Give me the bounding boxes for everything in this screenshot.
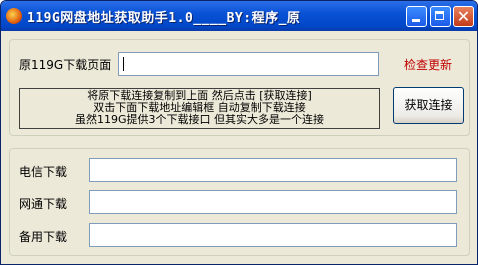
instruction-line: 虽然119G提供3个下载接口 但其实大多是一个连接: [74, 113, 324, 126]
close-icon: ✕: [456, 7, 471, 26]
netcom-download-label: 网通下载: [19, 197, 68, 211]
telecom-download-label: 电信下载: [19, 165, 68, 179]
source-url-field-frame[interactable]: [118, 52, 379, 76]
instructions-box: 将原下载连接复制到上面 然后点击 [获取连接] 双击下面下载地址编辑框 自动复制…: [19, 88, 380, 129]
netcom-download-input[interactable]: [90, 191, 456, 213]
check-update-link[interactable]: 检查更新: [404, 56, 452, 73]
backup-download-label: 备用下载: [19, 230, 68, 244]
window-title: 119G网盘地址获取助手1.0____BY:程序_原: [27, 11, 301, 26]
source-url-input[interactable]: [119, 53, 378, 75]
close-button[interactable]: ✕: [453, 6, 474, 27]
backup-download-field-frame[interactable]: [89, 223, 457, 247]
app-icon: [6, 8, 22, 24]
netcom-download-field-frame[interactable]: [89, 190, 457, 214]
backup-download-input[interactable]: [90, 224, 456, 246]
source-url-label: 原119G下载页面: [19, 58, 112, 72]
telecom-download-input[interactable]: [90, 159, 456, 181]
maximize-button[interactable]: [430, 6, 451, 27]
minimize-icon: [412, 19, 420, 22]
get-link-button[interactable]: 获取连接: [393, 87, 464, 124]
title-bar[interactable]: 119G网盘地址获取助手1.0____BY:程序_原 ✕: [1, 1, 477, 31]
telecom-download-field-frame[interactable]: [89, 158, 457, 182]
minimize-button[interactable]: [406, 6, 427, 27]
maximize-icon: [435, 11, 444, 20]
text-caret: [123, 57, 124, 71]
app-window: 119G网盘地址获取助手1.0____BY:程序_原 ✕ 原119G下载页面 检…: [0, 0, 478, 265]
